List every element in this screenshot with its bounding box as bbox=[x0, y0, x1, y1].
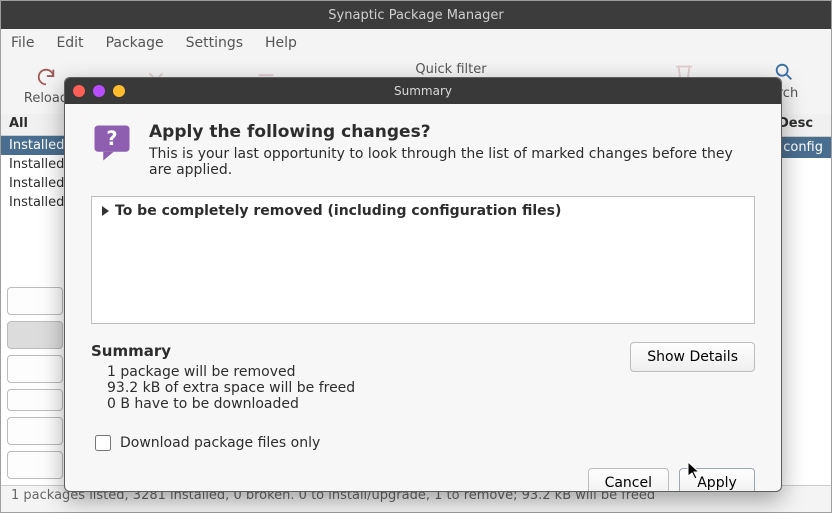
summary-download: 0 B have to be downloaded bbox=[107, 396, 355, 412]
download-only-checkbox[interactable] bbox=[95, 435, 111, 451]
summary-heading: Summary bbox=[91, 342, 355, 360]
changes-section-label: To be completely removed (including conf… bbox=[115, 203, 561, 219]
show-details-button[interactable]: Show Details bbox=[630, 342, 755, 372]
dialog-titlebar: Summary bbox=[65, 78, 781, 104]
disclosure-triangle-icon bbox=[102, 206, 109, 216]
apply-button[interactable]: Apply bbox=[679, 468, 755, 492]
question-icon: ? bbox=[91, 122, 133, 164]
changes-list[interactable]: To be completely removed (including conf… bbox=[91, 196, 755, 324]
summary-dialog: Summary ? Apply the following changes? T… bbox=[64, 77, 782, 492]
dialog-heading: Apply the following changes? bbox=[149, 122, 755, 142]
window-maximize-button[interactable] bbox=[113, 85, 125, 97]
dialog-title: Summary bbox=[394, 84, 452, 98]
download-only-row[interactable]: Download package files only bbox=[91, 432, 755, 454]
window-minimize-button[interactable] bbox=[93, 85, 105, 97]
changes-section-remove[interactable]: To be completely removed (including conf… bbox=[102, 203, 744, 219]
svg-text:?: ? bbox=[106, 127, 117, 150]
window-close-button[interactable] bbox=[73, 85, 85, 97]
apply-label: Apply bbox=[697, 475, 737, 491]
cancel-button[interactable]: Cancel bbox=[588, 468, 669, 492]
summary-freed: 93.2 kB of extra space will be freed bbox=[107, 380, 355, 396]
summary-removed: 1 package will be removed bbox=[107, 364, 355, 380]
download-only-label: Download package files only bbox=[120, 435, 320, 451]
dialog-subtext: This is your last opportunity to look th… bbox=[149, 146, 755, 178]
